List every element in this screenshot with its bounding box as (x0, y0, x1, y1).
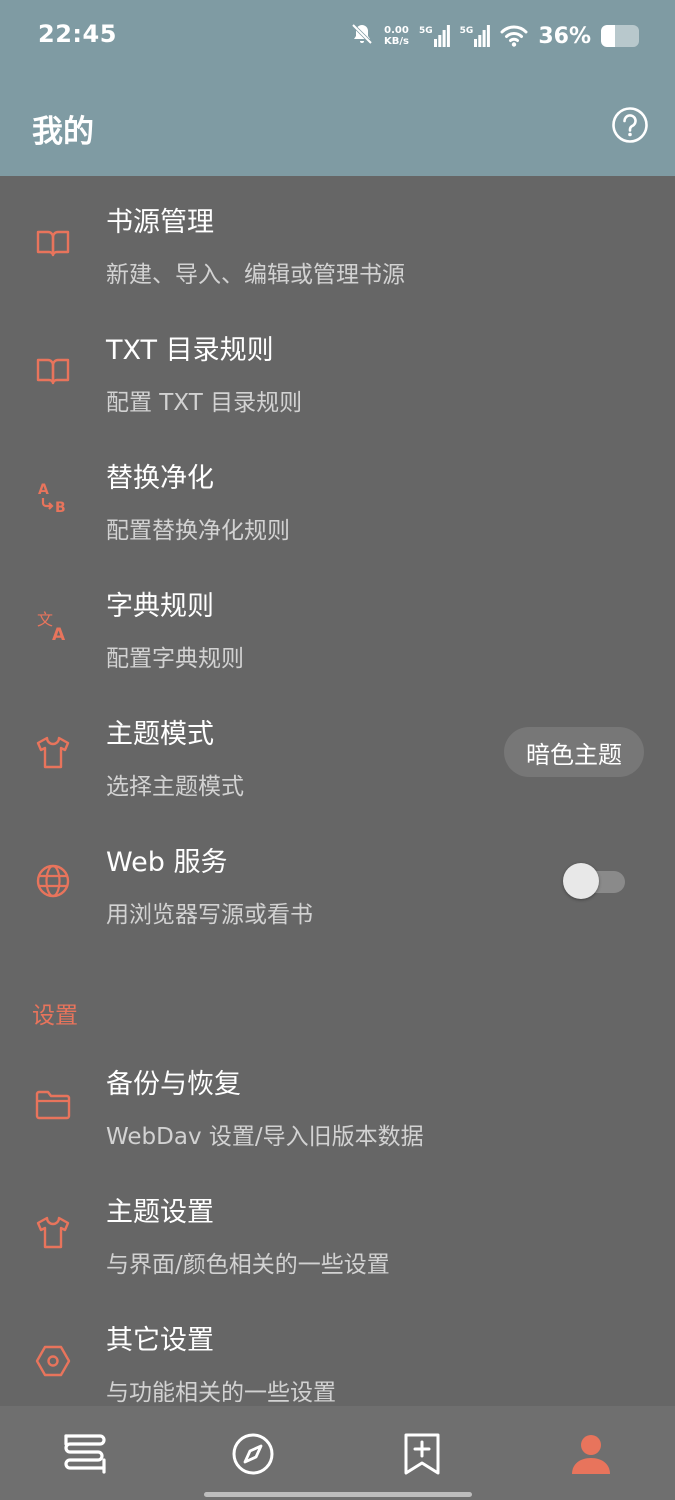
battery-percent: 36% (538, 23, 591, 49)
settings-section-label: 设置 (32, 1003, 78, 1029)
menu-item-dictionary-rules[interactable]: 文 A 字典规则 配置字典规则 (0, 560, 675, 688)
menu-item-backup-restore[interactable]: 备份与恢复 WebDav 设置/导入旧版本数据 (0, 1040, 675, 1168)
home-indicator[interactable] (204, 1492, 472, 1497)
tab-my[interactable] (567, 1430, 615, 1478)
shirt-icon (34, 1214, 72, 1252)
menu-item-txt-toc-rules[interactable]: TXT 目录规则 配置 TXT 目录规则 (0, 304, 675, 432)
menu-item-title: 其它设置 (106, 1325, 214, 1356)
bookshelf-icon (64, 1434, 106, 1474)
signal-1-label: 5G (419, 26, 433, 36)
bottom-navigation (0, 1406, 675, 1500)
menu-item-other-settings[interactable]: 其它设置 与功能相关的一些设置 (0, 1296, 675, 1424)
signal-bars-icon (474, 25, 491, 47)
menu-item-theme-settings[interactable]: 主题设置 与界面/颜色相关的一些设置 (0, 1168, 675, 1296)
shirt-icon (34, 734, 72, 772)
translate-icon: 文 A (34, 606, 72, 644)
menu-item-subtitle: 选择主题模式 (106, 774, 244, 800)
book-icon (34, 352, 72, 390)
battery-fill (601, 25, 615, 47)
book-icon (34, 224, 72, 262)
menu-item-title: 主题设置 (106, 1197, 214, 1228)
folder-icon (34, 1086, 72, 1124)
menu-item-subtitle: 用浏览器写源或看书 (106, 902, 313, 928)
menu-item-replace-purify[interactable]: A B 替换净化 配置替换净化规则 (0, 432, 675, 560)
net-speed-unit: KB/s (384, 36, 410, 47)
menu-item-title: 字典规则 (106, 591, 214, 622)
menu-item-subtitle: 配置 TXT 目录规则 (106, 390, 303, 416)
battery-icon (601, 25, 639, 47)
hexagon-icon (34, 1342, 72, 1380)
wifi-icon (500, 25, 528, 47)
signal-bars-icon (433, 25, 450, 47)
tab-rss[interactable] (398, 1430, 446, 1478)
status-bar: 22:45 0.00 KB/s 5G 5G 36% (0, 0, 675, 72)
menu-item-book-source[interactable]: 书源管理 新建、导入、编辑或管理书源 (0, 176, 675, 304)
menu-item-subtitle: 与功能相关的一些设置 (106, 1380, 336, 1406)
menu-item-title: 备份与恢复 (106, 1069, 241, 1100)
status-time: 22:45 (38, 20, 117, 48)
menu-item-theme-mode[interactable]: 主题模式 选择主题模式 暗色主题 (0, 688, 675, 816)
theme-mode-value-chip[interactable]: 暗色主题 (504, 727, 644, 777)
menu-item-subtitle: WebDav 设置/导入旧版本数据 (106, 1124, 424, 1150)
globe-icon (34, 862, 72, 900)
replace-icon: A B (34, 478, 72, 516)
net-speed: 0.00 KB/s (384, 25, 409, 47)
bookmark-add-icon (404, 1433, 440, 1475)
signal-2-label: 5G (459, 26, 474, 36)
top-app-bar: 22:45 0.00 KB/s 5G 5G 36% 我的 (0, 0, 675, 176)
tab-bookshelf[interactable] (60, 1430, 108, 1478)
person-icon (572, 1435, 610, 1474)
menu-item-subtitle: 新建、导入、编辑或管理书源 (106, 262, 405, 288)
signal-1: 5G (419, 25, 450, 47)
svg-text:文: 文 (37, 610, 53, 629)
menu-item-subtitle: 配置字典规则 (106, 646, 244, 672)
svg-text:A: A (52, 625, 66, 643)
svg-text:B: B (55, 500, 66, 515)
toggle-knob (563, 863, 599, 899)
menu-item-title: TXT 目录规则 (106, 335, 274, 366)
help-icon[interactable] (611, 106, 649, 144)
menu-item-subtitle: 与界面/颜色相关的一些设置 (106, 1252, 390, 1278)
mute-bell-icon (350, 22, 374, 50)
net-speed-value: 0.00 (384, 25, 409, 36)
tab-discover[interactable] (229, 1430, 277, 1478)
menu-item-subtitle: 配置替换净化规则 (106, 518, 290, 544)
compass-icon (232, 1433, 274, 1475)
menu-item-web-service[interactable]: Web 服务 用浏览器写源或看书 (0, 816, 675, 944)
page-title: 我的 (32, 114, 94, 150)
web-service-toggle[interactable] (563, 863, 625, 899)
status-icons: 0.00 KB/s 5G 5G 36% (350, 18, 639, 54)
menu-item-title: 替换净化 (106, 463, 214, 494)
signal-2: 5G (460, 25, 491, 47)
menu-item-title: Web 服务 (106, 847, 228, 878)
menu-item-title: 书源管理 (106, 207, 214, 238)
svg-text:A: A (38, 482, 49, 498)
menu-item-title: 主题模式 (106, 719, 214, 750)
